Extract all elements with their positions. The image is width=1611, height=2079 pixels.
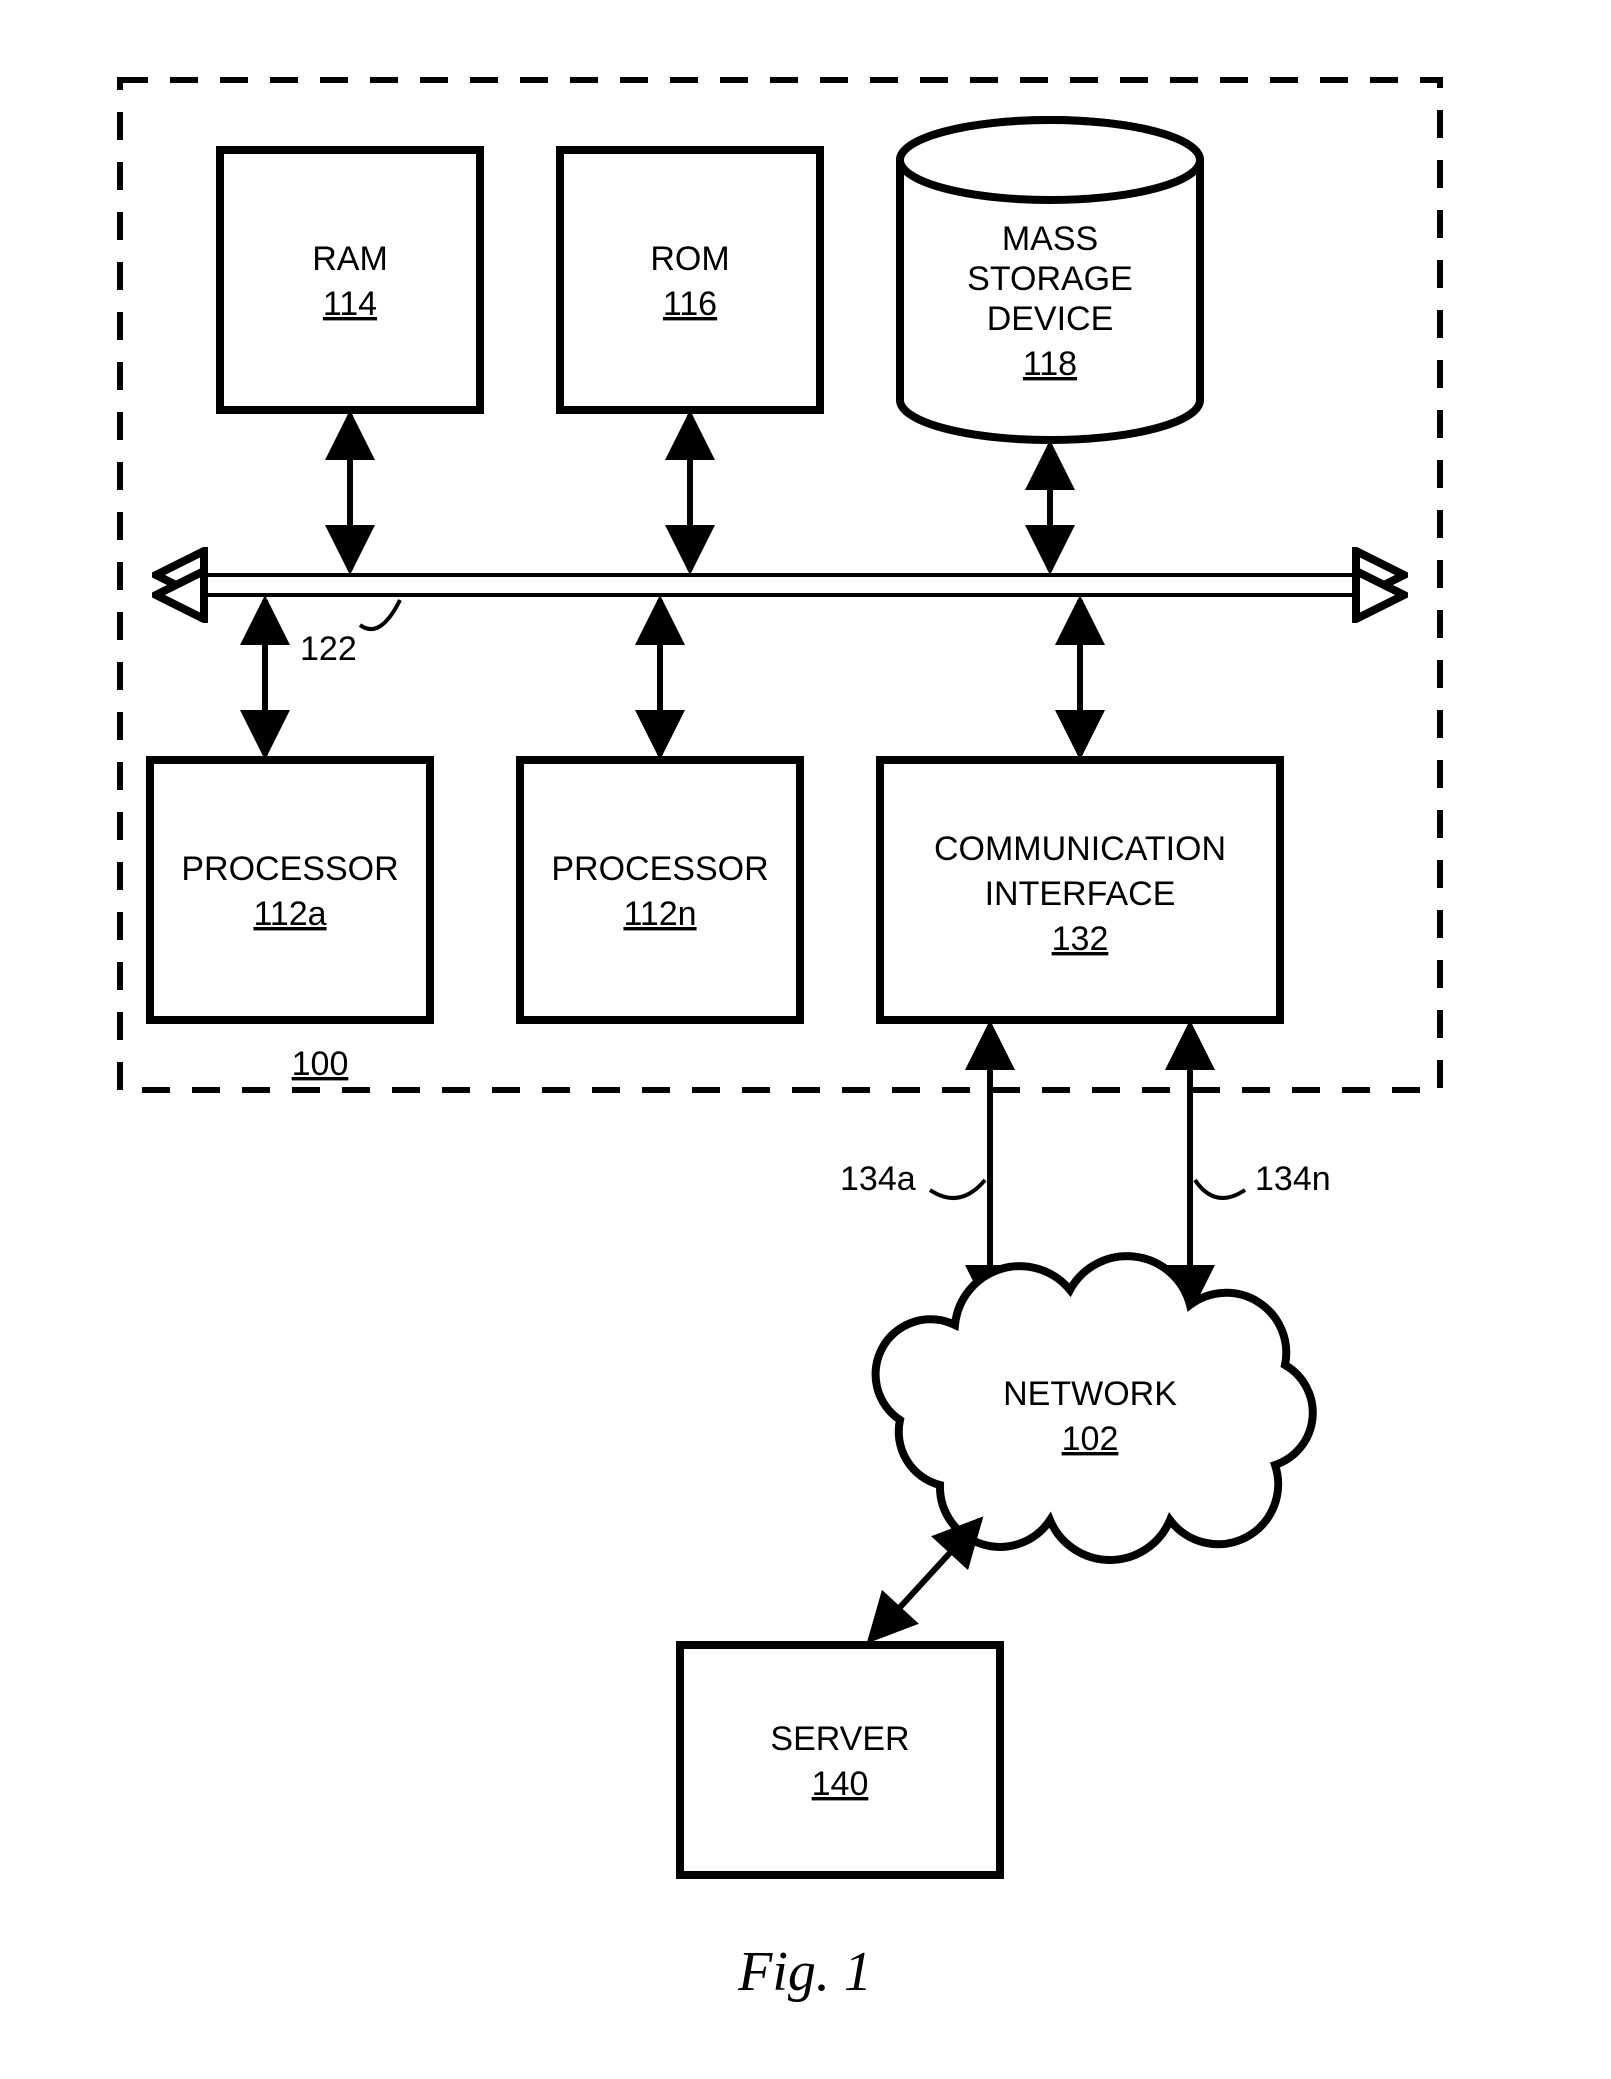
leader-134a <box>930 1180 985 1198</box>
rom-ref: 116 <box>663 285 717 323</box>
mass-storage-block: MASS STORAGE DEVICE 118 <box>900 120 1200 440</box>
proc-a-label: PROCESSOR <box>181 850 398 888</box>
storage-ref: 118 <box>1023 345 1077 383</box>
figure-1-diagram: RAM 114 ROM 116 MASS STORAGE DEVICE 118 … <box>0 0 1611 2079</box>
comm-interface-block: COMMUNICATION INTERFACE 132 <box>880 760 1280 1020</box>
conn-network-server <box>870 1520 980 1640</box>
link-n-ref: 134n <box>1255 1160 1331 1198</box>
proc-n-ref: 112n <box>623 895 696 933</box>
network-label: NETWORK <box>1003 1375 1177 1413</box>
bus <box>160 575 1400 595</box>
ram-block: RAM 114 <box>220 150 480 410</box>
leader-134n <box>1195 1180 1245 1198</box>
proc-n-label: PROCESSOR <box>551 850 768 888</box>
ram-label: RAM <box>312 240 388 278</box>
storage-l1: MASS <box>1002 220 1098 258</box>
network-ref: 102 <box>1062 1420 1119 1458</box>
storage-l3: DEVICE <box>987 300 1114 338</box>
proc-a-ref: 112a <box>253 895 326 933</box>
ram-ref: 114 <box>323 285 377 323</box>
bus-ref: 122 <box>300 630 357 668</box>
comm-l2: INTERFACE <box>985 875 1176 913</box>
network-cloud: NETWORK 102 <box>876 1256 1313 1560</box>
figure-caption: Fig. 1 <box>737 1941 872 2003</box>
comm-ref: 132 <box>1052 920 1109 958</box>
storage-l2: STORAGE <box>967 260 1133 298</box>
processor-a-block: PROCESSOR 112a <box>150 760 430 1020</box>
server-block: SERVER 140 <box>680 1645 1000 1875</box>
bus-ref-leader <box>360 600 400 629</box>
comm-l1: COMMUNICATION <box>934 830 1226 868</box>
rom-label: ROM <box>650 240 729 278</box>
server-label: SERVER <box>770 1720 909 1758</box>
processor-n-block: PROCESSOR 112n <box>520 760 800 1020</box>
rom-block: ROM 116 <box>560 150 820 410</box>
link-a-ref: 134a <box>840 1160 916 1198</box>
server-ref: 140 <box>812 1765 869 1803</box>
system-ref: 100 <box>292 1045 349 1083</box>
